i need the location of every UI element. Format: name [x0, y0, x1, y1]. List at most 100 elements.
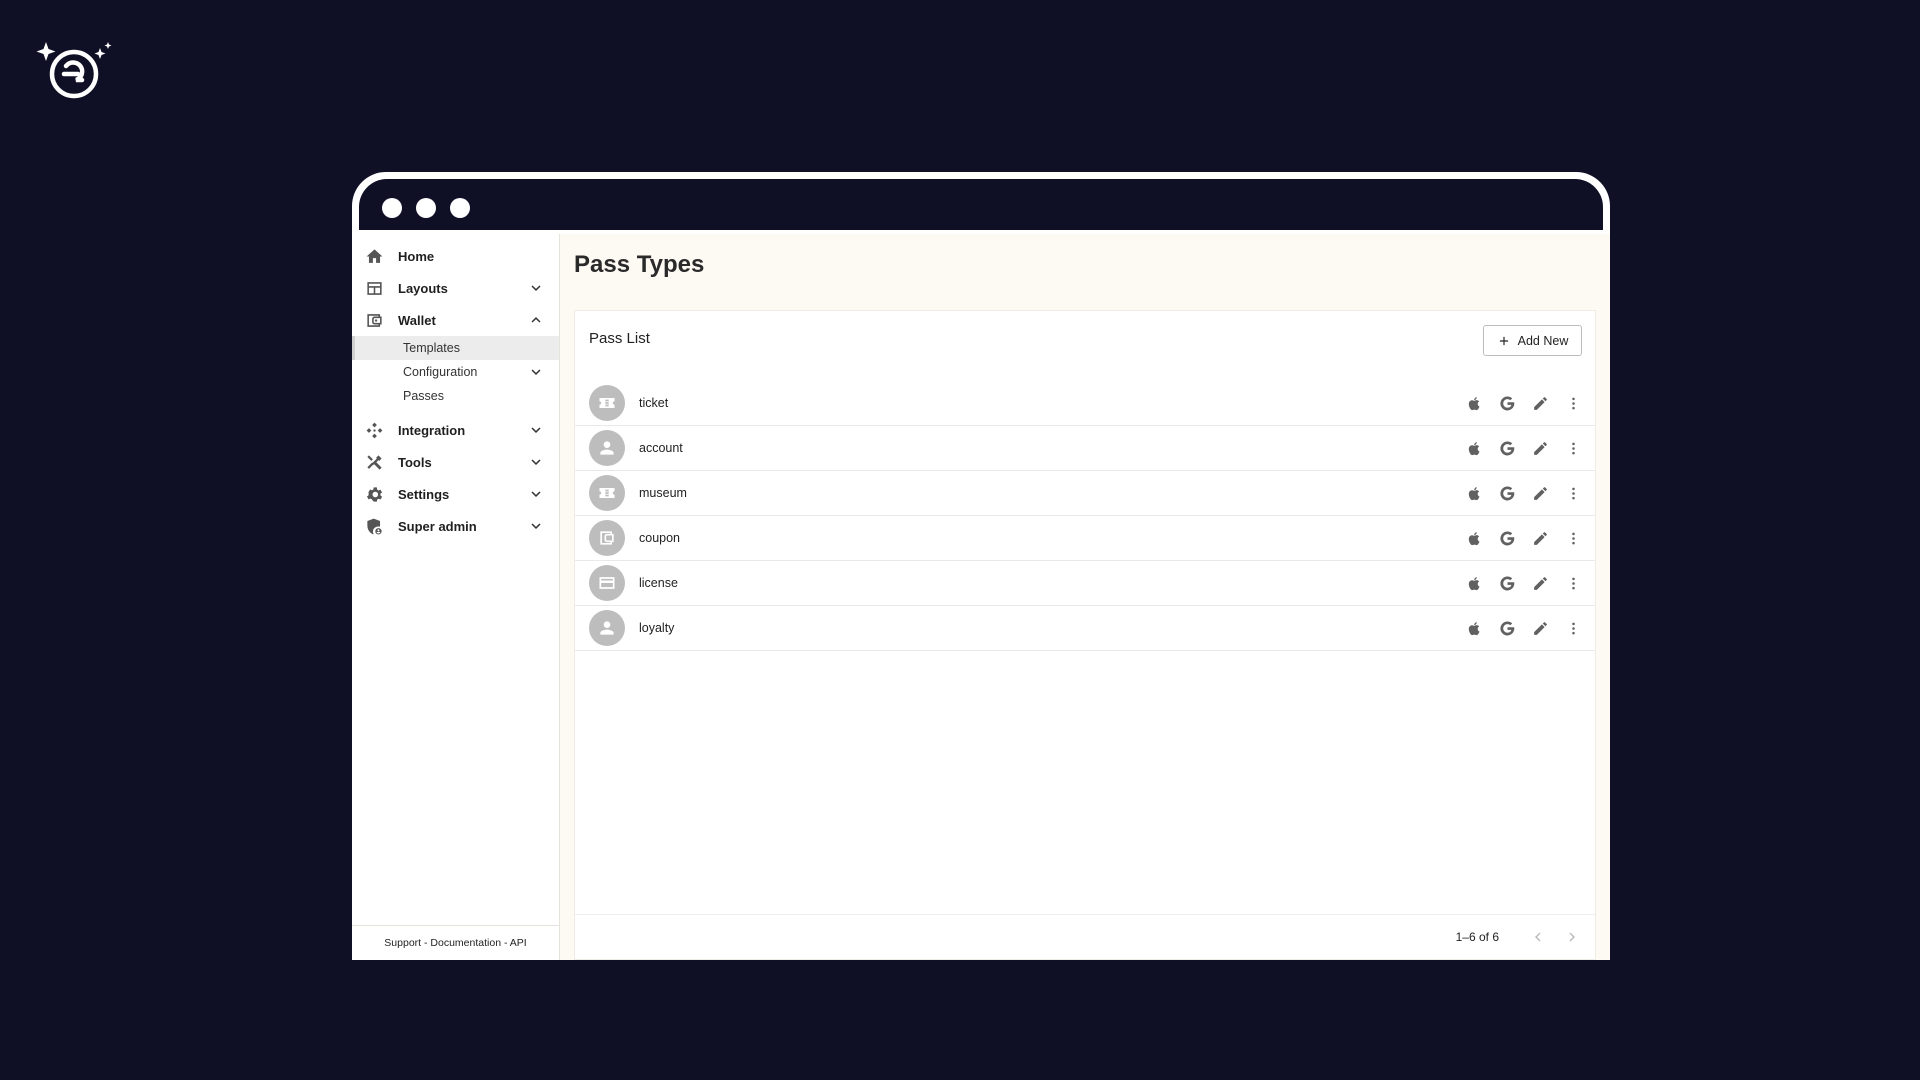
wallet-subnav: Templates Configuration Passes [352, 336, 559, 408]
window-maximize-button[interactable] [450, 198, 470, 218]
apple-icon[interactable] [1464, 528, 1484, 548]
page-title: Pass Types [574, 251, 705, 278]
window-close-button[interactable] [382, 198, 402, 218]
card-icon [589, 565, 625, 601]
chevron-up-icon[interactable] [527, 311, 545, 329]
sidebar-subitem-label: Passes [403, 389, 444, 403]
sidebar-item-layouts[interactable]: Layouts [352, 272, 559, 304]
apple-icon[interactable] [1464, 573, 1484, 593]
row-actions [1464, 573, 1583, 593]
pagination-range: 1–6 of 6 [1455, 930, 1499, 944]
window-minimize-button[interactable] [416, 198, 436, 218]
sidebar-item-label: Super admin [398, 518, 477, 534]
apple-icon[interactable] [1464, 618, 1484, 638]
apple-icon[interactable] [1464, 393, 1484, 413]
sidebar-item-integration[interactable]: Integration [352, 414, 559, 446]
google-icon[interactable] [1497, 438, 1517, 458]
edit-icon[interactable] [1530, 438, 1550, 458]
chevron-down-icon[interactable] [527, 485, 545, 503]
more-vert-icon[interactable] [1563, 618, 1583, 638]
footer-links-text[interactable]: Support - Documentation - API [384, 937, 526, 949]
pagination: 1–6 of 6 [575, 914, 1595, 959]
chevron-down-icon[interactable] [527, 279, 545, 297]
sidebar-item-label: Wallet [398, 312, 436, 328]
sidebar-subitem-configuration[interactable]: Configuration [352, 360, 559, 384]
list-item[interactable]: license [575, 561, 1595, 606]
edit-icon[interactable] [1530, 528, 1550, 548]
sidebar-item-super-admin[interactable]: Super admin [352, 510, 559, 542]
pass-name[interactable]: museum [639, 486, 1464, 500]
edit-icon[interactable] [1530, 618, 1550, 638]
ticket-icon [589, 475, 625, 511]
integration-icon [364, 420, 384, 440]
main-content: Pass Types Pass List Add New ticket acco… [560, 234, 1610, 960]
person-icon [589, 430, 625, 466]
sidebar-item-tools[interactable]: Tools [352, 446, 559, 478]
window-titlebar [359, 179, 1603, 230]
pass-name[interactable]: license [639, 576, 1464, 590]
edit-icon[interactable] [1530, 573, 1550, 593]
apple-icon[interactable] [1464, 438, 1484, 458]
sidebar-item-label: Tools [398, 454, 432, 470]
home-icon [364, 246, 384, 266]
sidebar-subitem-label: Configuration [403, 365, 478, 379]
more-vert-icon[interactable] [1563, 528, 1583, 548]
sidebar-subitem-templates[interactable]: Templates [352, 336, 559, 360]
layouts-icon [364, 278, 384, 298]
edit-icon[interactable] [1530, 393, 1550, 413]
list-item[interactable]: loyalty [575, 606, 1595, 651]
pass-name[interactable]: loyalty [639, 621, 1464, 635]
tools-icon [364, 452, 384, 472]
card-header: Pass List Add New [575, 311, 1595, 361]
sidebar-subitem-label: Templates [403, 341, 460, 355]
sidebar-item-label: Integration [398, 422, 466, 438]
wallet-icon [589, 520, 625, 556]
list-item[interactable]: coupon [575, 516, 1595, 561]
sidebar-footer-links[interactable]: Support - Documentation - API [352, 925, 559, 960]
sidebar: Home Layouts Wallet Templates Configurat… [352, 234, 560, 960]
card-title: Pass List [589, 330, 650, 347]
wallet-icon [364, 310, 384, 330]
list-item[interactable]: ticket [575, 381, 1595, 426]
chevron-down-icon[interactable] [527, 453, 545, 471]
more-vert-icon[interactable] [1563, 393, 1583, 413]
browser-window: Home Layouts Wallet Templates Configurat… [352, 172, 1610, 960]
row-actions [1464, 483, 1583, 503]
add-new-button[interactable]: Add New [1483, 325, 1582, 356]
sidebar-item-label: Home [398, 248, 435, 264]
sidebar-item-home[interactable]: Home [352, 240, 559, 272]
ticket-icon [589, 385, 625, 421]
google-icon[interactable] [1497, 483, 1517, 503]
chevron-right-icon[interactable] [1561, 926, 1583, 948]
edit-icon[interactable] [1530, 483, 1550, 503]
list-item[interactable]: account [575, 426, 1595, 471]
chevron-down-icon[interactable] [527, 363, 545, 381]
google-icon[interactable] [1497, 393, 1517, 413]
pass-name[interactable]: coupon [639, 531, 1464, 545]
sidebar-item-settings[interactable]: Settings [352, 478, 559, 510]
row-actions [1464, 438, 1583, 458]
admin-shield-icon [364, 516, 384, 536]
pass-list-card: Pass List Add New ticket account museum … [574, 310, 1596, 960]
google-icon[interactable] [1497, 528, 1517, 548]
sidebar-item-wallet[interactable]: Wallet [352, 304, 559, 336]
google-icon[interactable] [1497, 573, 1517, 593]
chevron-down-icon[interactable] [527, 517, 545, 535]
google-icon[interactable] [1497, 618, 1517, 638]
apple-icon[interactable] [1464, 483, 1484, 503]
plus-icon [1499, 336, 1508, 345]
app-shell: Home Layouts Wallet Templates Configurat… [352, 234, 1610, 960]
more-vert-icon[interactable] [1563, 483, 1583, 503]
more-vert-icon[interactable] [1563, 573, 1583, 593]
pass-list: ticket account museum coupon license loy… [575, 381, 1595, 651]
more-vert-icon[interactable] [1563, 438, 1583, 458]
row-actions [1464, 393, 1583, 413]
row-actions [1464, 528, 1583, 548]
list-item[interactable]: museum [575, 471, 1595, 516]
chevron-down-icon[interactable] [527, 421, 545, 439]
chevron-left-icon[interactable] [1527, 926, 1549, 948]
brand-logo-icon [36, 42, 112, 99]
sidebar-subitem-passes[interactable]: Passes [352, 384, 559, 408]
pass-name[interactable]: ticket [639, 396, 1464, 410]
pass-name[interactable]: account [639, 441, 1464, 455]
